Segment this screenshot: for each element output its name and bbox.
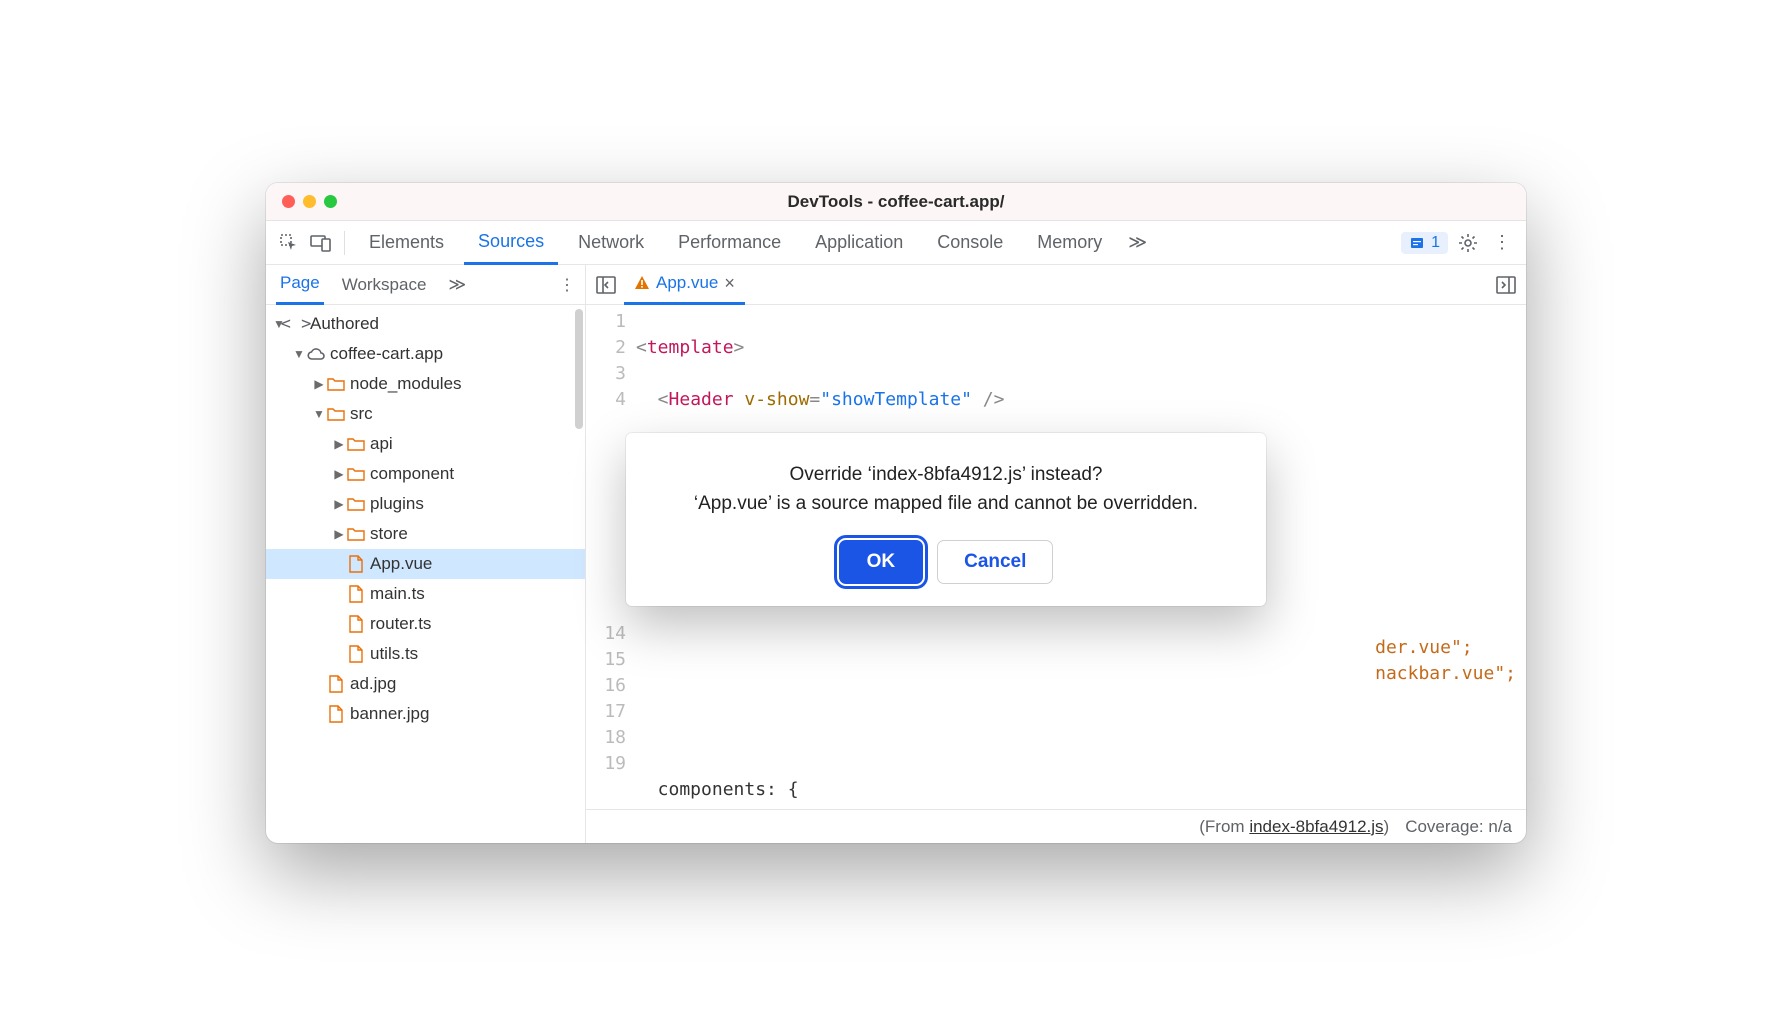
cloud-icon <box>306 347 326 361</box>
editor-statusbar: (From index-8bfa4912.js) Coverage: n/a <box>586 809 1526 843</box>
tree-folder-store[interactable]: ▶store <box>266 519 585 549</box>
folder-icon <box>326 377 346 391</box>
file-icon <box>346 555 366 573</box>
close-tab-icon[interactable]: × <box>724 273 735 294</box>
override-dialog: Override ‘index-8bfa4912.js’ instead? ‘A… <box>626 433 1266 606</box>
cancel-button[interactable]: Cancel <box>937 540 1053 584</box>
titlebar: DevTools - coffee-cart.app/ <box>266 183 1526 221</box>
issue-icon <box>1409 235 1425 251</box>
folder-icon <box>326 407 346 421</box>
file-icon <box>326 675 346 693</box>
ok-button[interactable]: OK <box>839 540 924 584</box>
zoom-window-button[interactable] <box>324 195 337 208</box>
navigator-tabs: Page Workspace ≫ ⋮ <box>266 265 585 305</box>
tab-performance[interactable]: Performance <box>664 221 795 265</box>
tree-authored[interactable]: ▼< >Authored <box>266 309 585 339</box>
dialog-line2: ‘App.vue’ is a source mapped file and ca… <box>650 490 1242 519</box>
tree-folder-api[interactable]: ▶api <box>266 429 585 459</box>
tab-console[interactable]: Console <box>923 221 1017 265</box>
status-from[interactable]: (From index-8bfa4912.js) <box>1199 817 1389 837</box>
minimize-window-button[interactable] <box>303 195 316 208</box>
close-window-button[interactable] <box>282 195 295 208</box>
tree-folder-node_modules[interactable]: ▶node_modules <box>266 369 585 399</box>
scrollbar-thumb[interactable] <box>575 309 583 429</box>
tree-file-app-vue[interactable]: App.vue <box>266 549 585 579</box>
tab-network[interactable]: Network <box>564 221 658 265</box>
navigator-tabs-overflow[interactable]: ≫ <box>444 265 470 305</box>
editor-tab-app-vue[interactable]: App.vue × <box>624 265 745 305</box>
warning-icon <box>634 275 650 291</box>
toggle-debugger-icon[interactable] <box>1492 271 1520 299</box>
tabs-overflow[interactable]: ≫ <box>1122 221 1153 265</box>
tab-elements[interactable]: Elements <box>355 221 458 265</box>
file-icon <box>346 585 366 603</box>
tree-file-banner-jpg[interactable]: banner.jpg <box>266 699 585 729</box>
folder-icon <box>346 467 366 481</box>
navigator-sidebar: Page Workspace ≫ ⋮ ▼< >Authored ▼coffee-… <box>266 265 586 843</box>
editor-tab-label: App.vue <box>656 273 718 293</box>
editor-tabs: App.vue × <box>586 265 1526 305</box>
dialog-buttons: OK Cancel <box>650 540 1242 584</box>
device-toolbar-icon[interactable] <box>308 230 334 256</box>
file-icon <box>346 615 366 633</box>
file-icon <box>326 705 346 723</box>
dialog-line1: Override ‘index-8bfa4912.js’ instead? <box>650 461 1242 490</box>
inspect-element-icon[interactable] <box>276 230 302 256</box>
partial-code-right: der.vue"; nackbar.vue"; <box>1375 635 1516 687</box>
tree-file-router-ts[interactable]: router.ts <box>266 609 585 639</box>
tab-application[interactable]: Application <box>801 221 917 265</box>
tree-folder-component[interactable]: ▶component <box>266 459 585 489</box>
more-menu-icon[interactable]: ⋮ <box>1488 232 1516 253</box>
divider <box>344 231 345 255</box>
folder-icon <box>346 527 366 541</box>
file-tree: ▼< >Authored ▼coffee-cart.app ▶node_modu… <box>266 305 585 843</box>
settings-icon[interactable] <box>1454 233 1482 253</box>
issues-count: 1 <box>1431 234 1440 252</box>
tree-file-utils-ts[interactable]: utils.ts <box>266 639 585 669</box>
tree-folder-plugins[interactable]: ▶plugins <box>266 489 585 519</box>
tab-sources[interactable]: Sources <box>464 221 558 265</box>
navigator-tab-workspace[interactable]: Workspace <box>338 265 431 305</box>
tree-folder-src[interactable]: ▼src <box>266 399 585 429</box>
file-icon <box>346 645 366 663</box>
issues-badge[interactable]: 1 <box>1401 232 1448 254</box>
folder-icon <box>346 497 366 511</box>
tab-memory[interactable]: Memory <box>1023 221 1116 265</box>
navigator-tab-page[interactable]: Page <box>276 265 324 305</box>
tree-file-main-ts[interactable]: main.ts <box>266 579 585 609</box>
tree-domain[interactable]: ▼coffee-cart.app <box>266 339 585 369</box>
traffic-lights <box>266 195 337 208</box>
tree-file-ad-jpg[interactable]: ad.jpg <box>266 669 585 699</box>
main-tab-bar: Elements Sources Network Performance App… <box>266 221 1526 265</box>
devtools-window: DevTools - coffee-cart.app/ Elements Sou… <box>266 183 1526 843</box>
navigator-more-icon[interactable]: ⋮ <box>559 275 575 295</box>
window-title: DevTools - coffee-cart.app/ <box>266 192 1526 212</box>
toggle-navigator-icon[interactable] <box>592 271 620 299</box>
folder-icon <box>346 437 366 451</box>
status-coverage: Coverage: n/a <box>1405 817 1512 837</box>
